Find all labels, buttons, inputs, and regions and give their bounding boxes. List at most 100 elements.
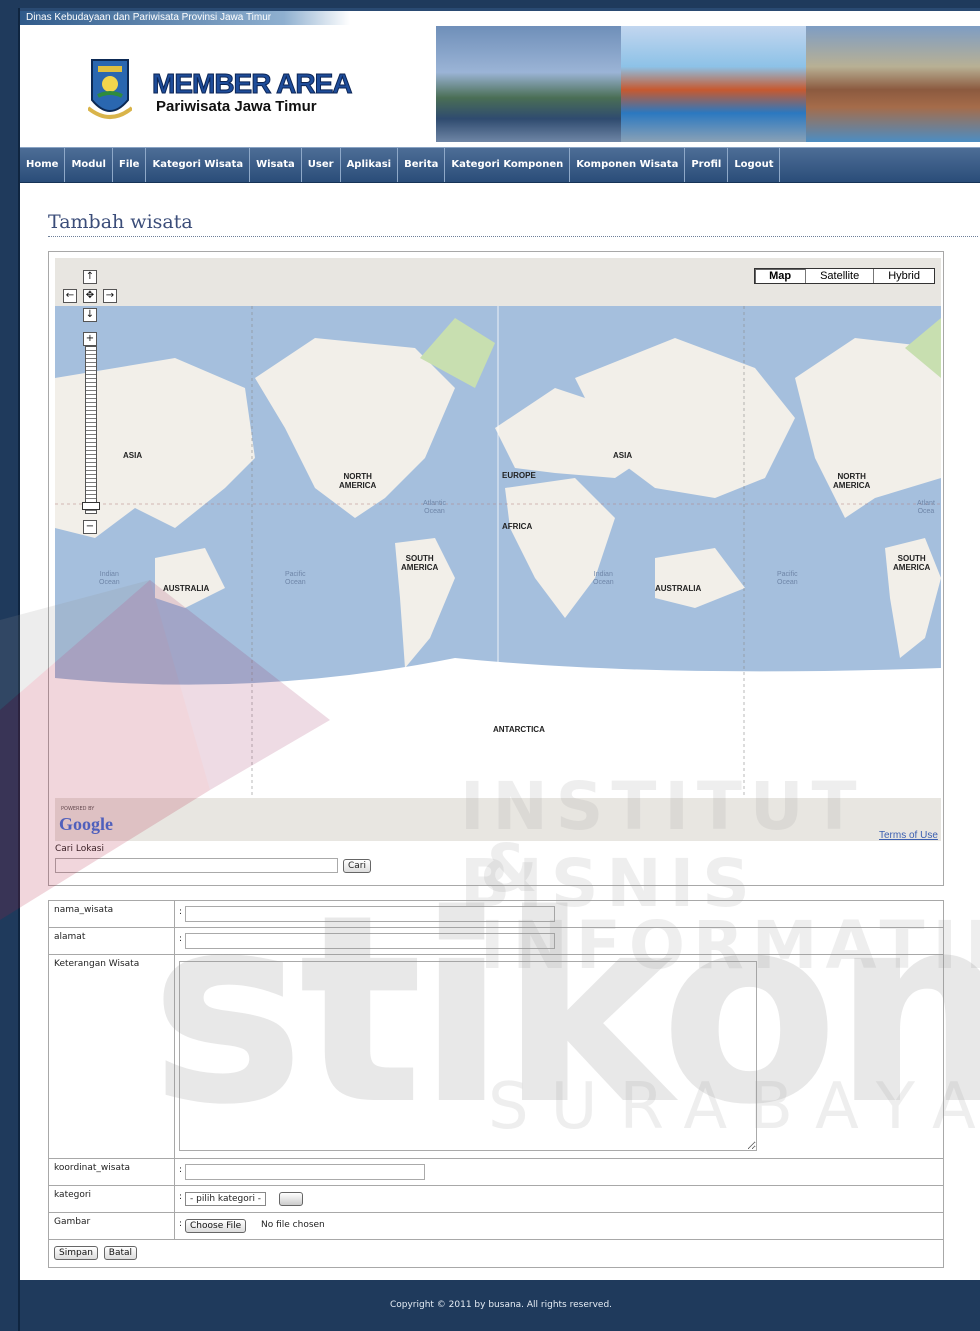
pan-down-icon[interactable]: ↓ [83,308,97,322]
map-label-asia: ASIA [123,451,143,460]
map-label-asia: ASIA [613,451,633,460]
ocean-label-indian: Indian Ocean [99,571,120,586]
map-label-australia: AUSTRALIA [655,584,702,593]
alamat-cell: : [175,928,943,954]
ocean-label-pacific: Pacific Ocean [285,571,306,586]
gambar-cell: : Choose File No file chosen [175,1213,943,1239]
world-map-image [55,258,941,841]
search-location: Cari Lokasi Cari [55,844,941,873]
zoom-in-button[interactable]: + [83,332,97,346]
zoom-slider-thumb[interactable] [82,502,100,510]
nav-logout[interactable]: Logout [728,148,781,182]
colon: : [179,1165,183,1175]
main-nav: Home Modul File Kategori Wisata Wisata U… [20,147,980,183]
map-label-north-america: NORTH AMERICA [833,472,871,490]
row-koordinat: koordinat_wisata : [49,1159,943,1186]
nav-profil[interactable]: Profil [685,148,729,182]
map-panel: ASIA ASIA NORTH AMERICA NORTH AMERICA EU… [48,251,944,886]
ocean-label-atlantic: Atlantic Ocean [423,500,446,515]
nav-home[interactable]: Home [20,148,66,182]
zoom-slider[interactable] [85,346,97,514]
colon: : [179,1219,183,1229]
colon: : [179,907,183,917]
keterangan-cell: : [175,955,943,1158]
province-emblem-icon [88,59,132,119]
nama-wisata-field[interactable] [185,906,555,922]
powered-by-text: POWERED BY [61,806,95,812]
page-container: Dinas Kebudayaan dan Pariwisata Provinsi… [18,8,980,1331]
nav-wisata[interactable]: Wisata [250,148,302,182]
pan-up-icon[interactable]: ↑ [83,270,97,284]
nav-komponen-wisata[interactable]: Komponen Wisata [570,148,686,182]
map-label-antarctica: ANTARCTICA [493,725,545,734]
row-keterangan: Keterangan Wisata : [49,955,943,1159]
choose-file-button[interactable]: Choose File [185,1219,247,1233]
copyright-text: Copyright © 2011 by busana. All rights r… [389,1300,613,1310]
map-label-south-america: SOUTH AMERICA [893,554,931,572]
ocean-label-indian: Indian Ocean [593,571,614,586]
header-banner [436,26,980,142]
alamat-field[interactable] [185,933,555,949]
site-header: Dinas Kebudayaan dan Pariwisata Provinsi… [20,8,980,145]
header-topbar: Dinas Kebudayaan dan Pariwisata Provinsi… [20,11,350,25]
keterangan-textarea[interactable] [179,961,757,1151]
koordinat-label: koordinat_wisata [49,1159,175,1185]
google-logo[interactable]: Google [59,814,113,835]
banner-photo-crab-building [621,26,806,142]
search-label: Cari Lokasi [55,844,104,854]
banner-photo-park [806,26,980,142]
nav-berita[interactable]: Berita [398,148,446,182]
kategori-browse-button[interactable] [279,1192,303,1206]
map-label-australia: AUSTRALIA [163,584,210,593]
zoom-out-button[interactable]: − [83,520,97,534]
row-gambar: Gambar : Choose File No file chosen [49,1213,943,1240]
terms-of-use-link[interactable]: Terms of Use [879,830,938,841]
colon: : [179,1192,183,1202]
map-label-north-america: NORTH AMERICA [339,472,377,490]
row-alamat: alamat : [49,928,943,955]
search-button[interactable]: Cari [343,859,371,873]
google-logo-text: Google [59,814,113,834]
nav-aplikasi[interactable]: Aplikasi [341,148,399,182]
row-actions: Simpan Batal [49,1240,943,1267]
no-file-text: No file chosen [261,1220,325,1230]
org-name: Dinas Kebudayaan dan Pariwisata Provinsi… [26,12,272,23]
ocean-label-atlantic: Atlant Ocea [917,500,935,515]
brand-subtitle: Pariwisata Jawa Timur [156,98,317,115]
nav-kategori-komponen[interactable]: Kategori Komponen [445,148,571,182]
row-kategori: kategori : - pilih kategori - [49,1186,943,1213]
map-type-switcher: Map Satellite Hybrid [754,268,935,284]
kategori-select[interactable]: - pilih kategori - [185,1192,267,1206]
nama-wisata-label: nama_wisata [49,901,175,927]
nama-wisata-cell: : [175,901,943,927]
nav-modul[interactable]: Modul [65,148,113,182]
ocean-label-pacific: Pacific Ocean [777,571,798,586]
pan-center-icon[interactable]: ✥ [83,289,97,303]
form-actions: Simpan Batal [49,1240,142,1267]
koordinat-field[interactable] [185,1164,425,1180]
search-input[interactable] [55,858,338,873]
brand-title: MEMBER AREA [152,68,354,100]
kategori-label: kategori [49,1186,175,1212]
alamat-label: alamat [49,928,175,954]
nav-kategori-wisata[interactable]: Kategori Wisata [146,148,251,182]
banner-photo-volcano [436,26,621,142]
pan-right-icon[interactable]: → [103,289,117,303]
pan-left-icon[interactable]: ← [63,289,77,303]
map-type-map[interactable]: Map [755,269,807,283]
row-nama-wisata: nama_wisata : [49,901,943,928]
map-type-satellite[interactable]: Satellite [806,269,875,283]
kategori-cell: : - pilih kategori - [175,1186,943,1212]
colon: : [179,934,183,944]
map-label-africa: AFRICA [502,522,533,531]
nav-user[interactable]: User [302,148,341,182]
nav-file[interactable]: File [113,148,147,182]
keterangan-label: Keterangan Wisata [49,955,175,1158]
map-type-hybrid[interactable]: Hybrid [874,269,934,283]
gambar-label: Gambar [49,1213,175,1239]
batal-button[interactable]: Batal [103,1246,138,1260]
simpan-button[interactable]: Simpan [54,1246,98,1260]
map-label-south-america: SOUTH AMERICA [401,554,439,572]
map-canvas[interactable]: ASIA ASIA NORTH AMERICA NORTH AMERICA EU… [55,258,941,841]
title-divider [48,236,978,237]
